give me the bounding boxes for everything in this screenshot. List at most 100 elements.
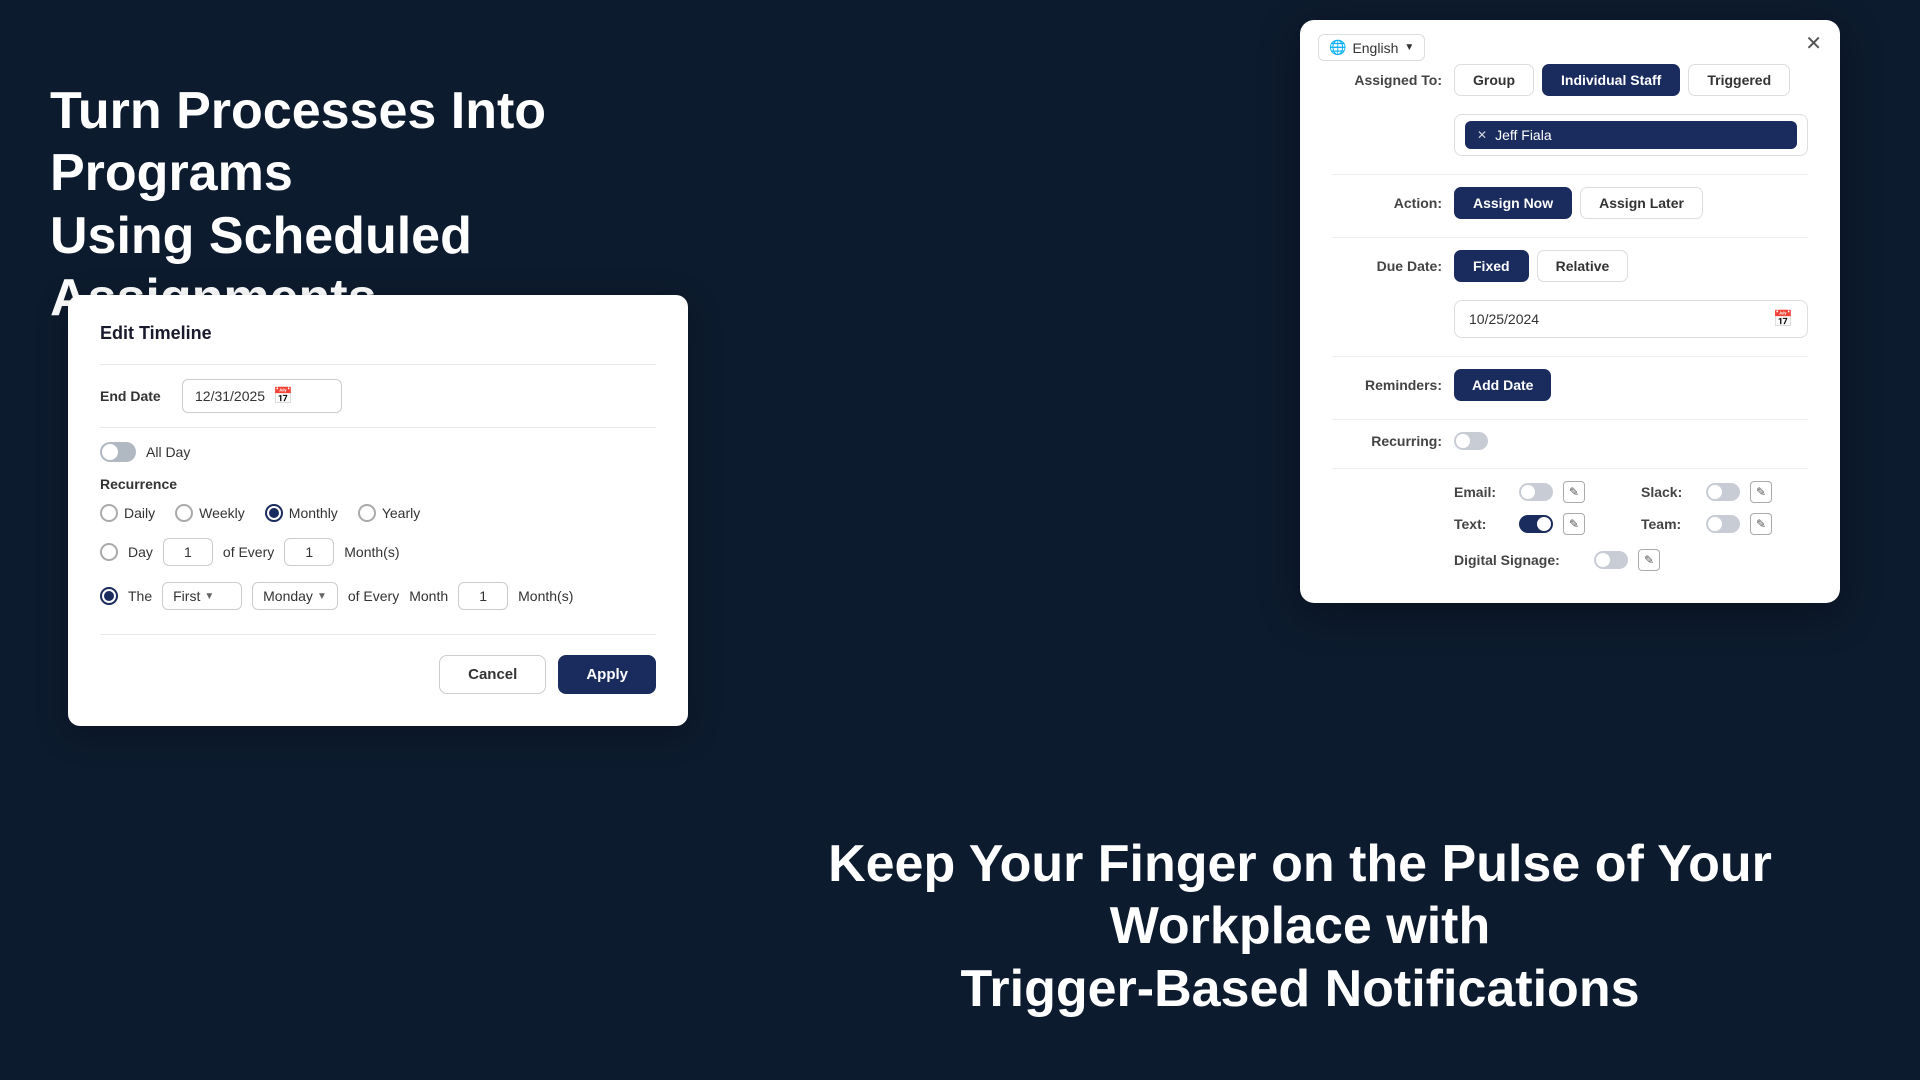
calendar-icon: 📅 [273,386,293,406]
first-select[interactable]: First ▼ [162,582,242,610]
of-every-text: of Every [223,544,274,560]
edit-timeline-card: Edit Timeline End Date 12/31/2025 📅 All … [68,295,688,726]
hero-line1: Turn Processes Into Programs [50,80,730,205]
divider-2 [100,427,656,428]
language-selector[interactable]: 🌐 English ▼ [1318,34,1425,61]
recurrence-section: Recurrence Daily Weekly Monthly Yearly [100,476,656,522]
digital-signage-toggle[interactable] [1594,551,1628,569]
digital-signage-edit-icon[interactable]: ✎ [1638,549,1660,571]
due-date-label: Due Date: [1332,258,1442,274]
staff-input[interactable]: ✕ Jeff Fiala [1454,114,1808,156]
panel-divider-1 [1332,174,1808,175]
reminders-label: Reminders: [1332,377,1442,393]
all-day-label: All Day [146,444,190,460]
recurring-label: Recurring: [1332,433,1442,449]
remove-staff-icon[interactable]: ✕ [1477,128,1487,142]
text-toggle[interactable] [1519,515,1553,533]
cancel-button[interactable]: Cancel [439,655,546,694]
day-radio[interactable] [100,543,118,561]
the-radio[interactable] [100,587,118,605]
the-recurrence-row: The First ▼ Monday ▼ of Every Month Mont… [100,582,656,610]
radio-weekly-circle [175,504,193,522]
radio-weekly[interactable]: Weekly [175,504,245,522]
email-edit-icon[interactable]: ✎ [1563,481,1585,503]
email-label: Email: [1454,484,1509,500]
btn-fixed[interactable]: Fixed [1454,250,1529,282]
radio-daily-circle [100,504,118,522]
notification-grid: Email: ✎ Slack: ✎ Text: ✎ Team: ✎ [1454,481,1808,571]
end-date-input[interactable]: 12/31/2025 📅 [182,379,342,413]
tab-individual-staff[interactable]: Individual Staff [1542,64,1680,96]
staff-name: Jeff Fiala [1495,127,1552,143]
team-edit-icon[interactable]: ✎ [1750,513,1772,535]
the-label: The [128,588,152,604]
radio-yearly[interactable]: Yearly [358,504,420,522]
date-value: 10/25/2024 [1469,311,1539,327]
email-notif: Email: ✎ [1454,481,1621,503]
action-tabs: Assign Now Assign Later [1454,187,1703,219]
hero-bottom-line1: Keep Your Finger on the Pulse of Your Wo… [750,833,1850,958]
slack-label: Slack: [1641,484,1696,500]
digital-signage-label: Digital Signage: [1454,552,1584,568]
due-date-row: Due Date: Fixed Relative [1332,250,1808,282]
btn-assign-later[interactable]: Assign Later [1580,187,1703,219]
tab-group[interactable]: Group [1454,64,1534,96]
btn-relative[interactable]: Relative [1537,250,1629,282]
action-label: Action: [1332,195,1442,211]
all-day-toggle[interactable] [100,442,136,462]
recurring-toggle[interactable] [1454,432,1488,450]
months-number-input-2[interactable] [458,582,508,610]
apply-button[interactable]: Apply [558,655,656,694]
team-label: Team: [1641,516,1696,532]
radio-monthly[interactable]: Monthly [265,504,338,522]
assignment-panel: 🌐 English ▼ ✕ Assigned To: Group Individ… [1300,20,1840,603]
email-toggle[interactable] [1519,483,1553,501]
panel-divider-5 [1332,468,1808,469]
action-row: Action: Assign Now Assign Later [1332,187,1808,219]
assigned-to-row: Assigned To: Group Individual Staff Trig… [1332,64,1808,96]
reminders-row: Reminders: Add Date [1332,369,1808,401]
assigned-to-label: Assigned To: [1332,72,1442,88]
slack-toggle[interactable] [1706,483,1740,501]
day-number-input[interactable] [163,538,213,566]
card-title: Edit Timeline [100,323,656,344]
tab-triggered[interactable]: Triggered [1688,64,1790,96]
recurring-row: Recurring: [1332,432,1808,450]
panel-divider-4 [1332,419,1808,420]
close-button[interactable]: ✕ [1805,34,1822,54]
months-number-input-1[interactable] [284,538,334,566]
slack-notif: Slack: ✎ [1641,481,1808,503]
due-date-tabs: Fixed Relative [1454,250,1628,282]
staff-row: ✕ Jeff Fiala [1332,114,1808,156]
staff-tag: ✕ Jeff Fiala [1465,121,1797,149]
day-recurrence-row: Day of Every Month(s) [100,538,656,566]
recurrence-options: Daily Weekly Monthly Yearly [100,504,656,522]
add-date-button[interactable]: Add Date [1454,369,1551,401]
end-date-row: End Date 12/31/2025 📅 [100,379,656,413]
assigned-to-tabs: Group Individual Staff Triggered [1454,64,1790,96]
day-select[interactable]: Monday ▼ [252,582,338,610]
team-notif: Team: ✎ [1641,513,1808,535]
months-label-1: Month(s) [344,544,399,560]
radio-daily[interactable]: Daily [100,504,155,522]
all-day-row: All Day [100,442,656,462]
card-divider [100,364,656,365]
team-toggle[interactable] [1706,515,1740,533]
end-date-label: End Date [100,388,170,404]
recurrence-title: Recurrence [100,476,656,492]
notif-items: Email: ✎ Slack: ✎ Text: ✎ Team: ✎ [1454,481,1808,535]
slack-edit-icon[interactable]: ✎ [1750,481,1772,503]
date-field[interactable]: 10/25/2024 📅 [1454,300,1808,338]
hero-subtitle: Keep Your Finger on the Pulse of Your Wo… [750,833,1850,1020]
hero-title: Turn Processes Into Programs Using Sched… [50,80,730,330]
text-label: Text: [1454,516,1509,532]
digital-signage-notif: Digital Signage: ✎ [1454,549,1808,571]
hero-bottom-line2: Trigger-Based Notifications [750,958,1850,1020]
btn-assign-now[interactable]: Assign Now [1454,187,1572,219]
end-date-value: 12/31/2025 [195,388,265,404]
first-select-arrow: ▼ [204,591,214,602]
lang-dropdown-arrow: ▼ [1404,42,1414,53]
panel-divider-3 [1332,356,1808,357]
text-edit-icon[interactable]: ✎ [1563,513,1585,535]
text-notif: Text: ✎ [1454,513,1621,535]
